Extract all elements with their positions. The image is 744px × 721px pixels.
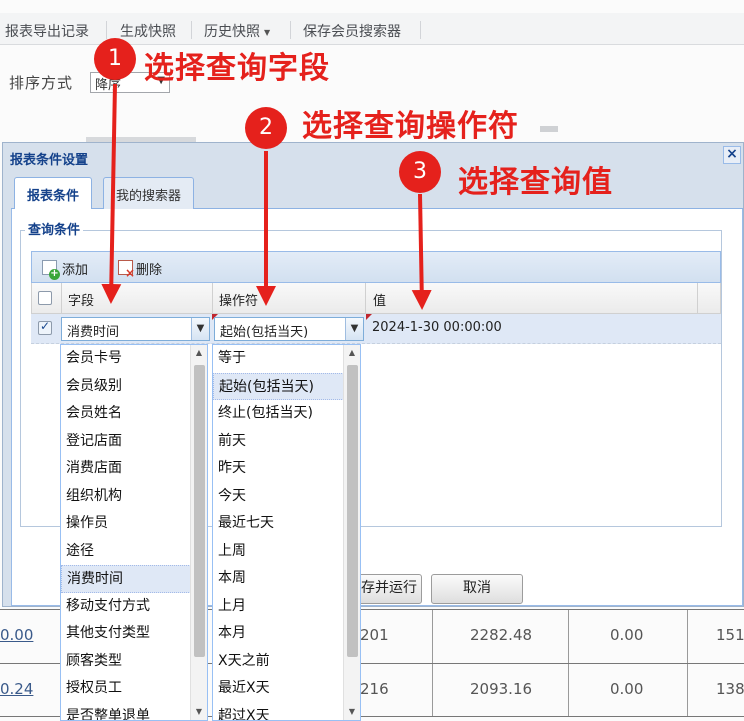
annotation-badge-1: 1 [94,38,136,80]
annotation-label-2: 选择查询操作符 [302,109,519,144]
annotation-arrow-1 [101,83,122,304]
annotation-label-1: 选择查询字段 [144,51,330,86]
annotation-badge-3: 3 [399,151,441,193]
annotation-label-3: 选择查询值 [458,165,613,200]
annotation-arrow-3 [411,193,432,310]
annotation-badge-2: 2 [245,107,287,149]
